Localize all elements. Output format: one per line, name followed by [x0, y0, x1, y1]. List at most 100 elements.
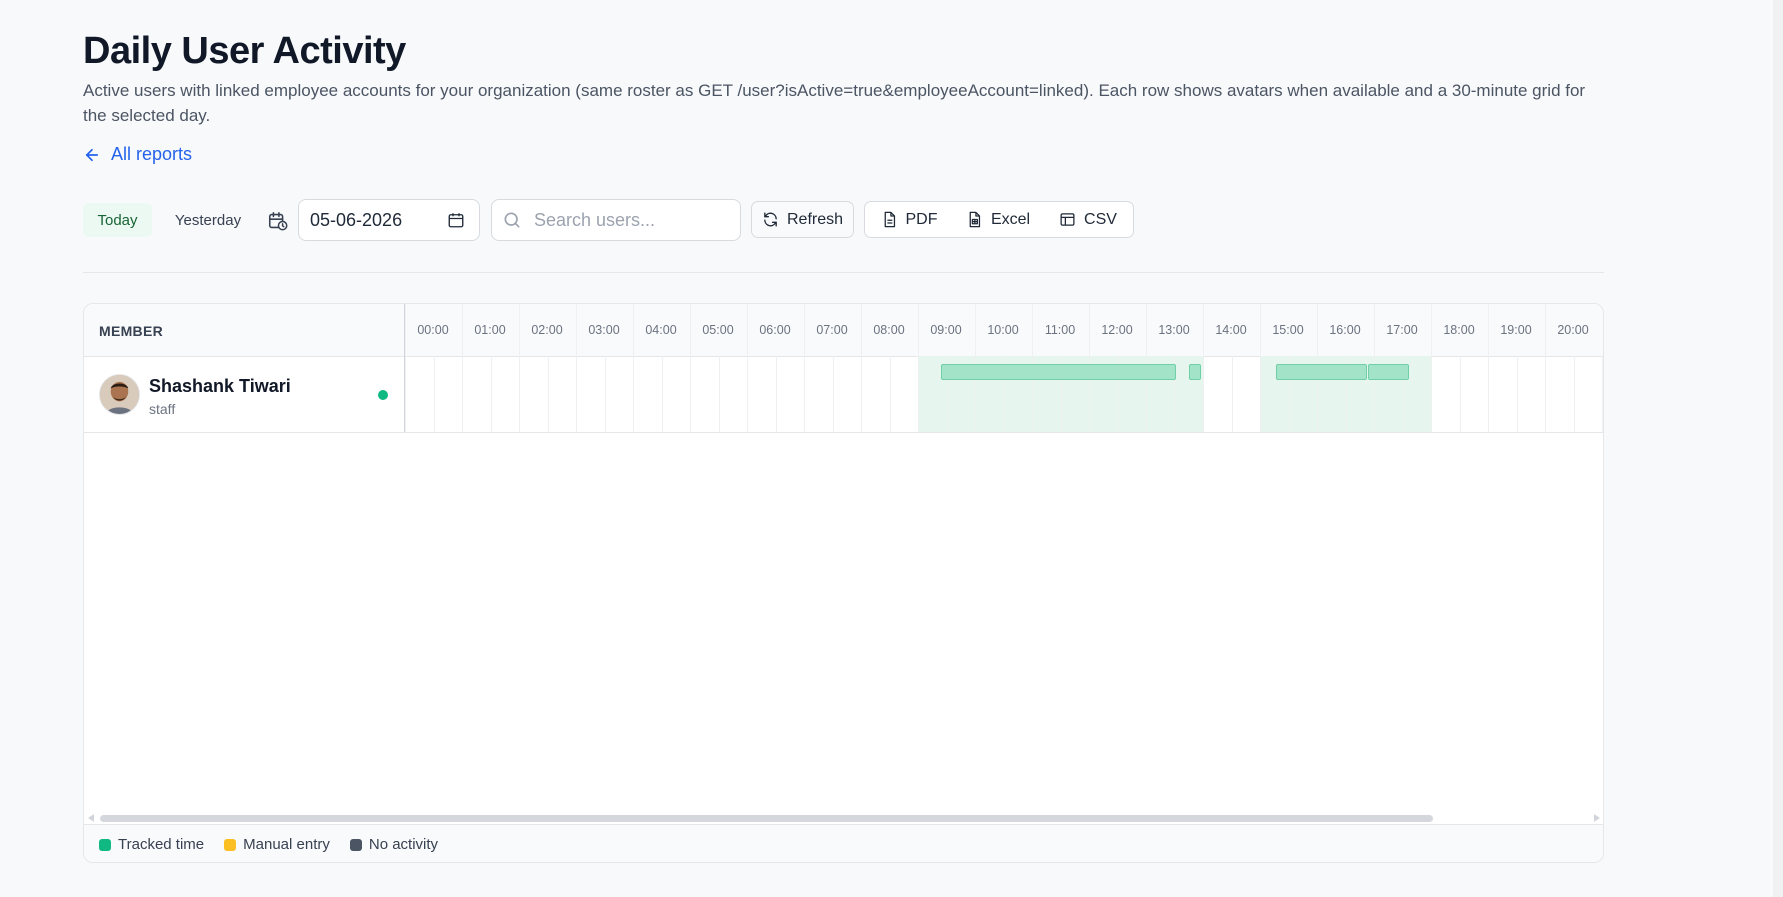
export-pdf-button[interactable]: PDF [864, 201, 954, 238]
slot-divider [918, 356, 919, 432]
horizontal-scrollbar[interactable] [88, 812, 1600, 824]
scrollbar-thumb[interactable] [100, 815, 1433, 822]
activity-timeline [405, 356, 1603, 432]
slot-divider [1545, 356, 1546, 432]
activity-table: MEMBER 00:00 01:00 02:00 03:00 04:00 05:00 06:… [83, 303, 1604, 863]
slot-divider [1573, 356, 1575, 432]
legend: Tracked time Manual entry No activity [84, 824, 1603, 862]
scroll-left-icon[interactable] [88, 814, 94, 822]
slot-divider [1431, 356, 1432, 432]
hour-label: 09:00 [930, 323, 962, 337]
slot-divider [462, 356, 463, 432]
online-status-dot [378, 390, 388, 400]
hour-label: 17:00 [1386, 323, 1418, 337]
user-name: Shashank Tiwari [149, 376, 291, 396]
date-value: 05-06-2026 [310, 209, 403, 230]
excel-label: Excel [990, 210, 1031, 228]
calendar-icon[interactable] [447, 211, 465, 229]
table-row[interactable]: Shashank Tiwari staff [84, 356, 1603, 433]
hour-label: 06:00 [759, 323, 791, 337]
hour-label: 19:00 [1500, 323, 1532, 337]
tracked-segment[interactable] [1275, 364, 1367, 380]
export-csv-button[interactable]: CSV [1043, 201, 1134, 238]
avatar [99, 374, 140, 415]
table-icon [1060, 213, 1075, 226]
slot-divider [889, 356, 891, 432]
legend-manual: Manual entry [224, 836, 330, 853]
date-field[interactable]: 05-06-2026 [298, 199, 480, 241]
spreadsheet-file-icon [969, 211, 981, 228]
page-title: Daily User Activity [83, 30, 406, 72]
file-text-icon [884, 211, 895, 228]
hour-label: 07:00 [816, 323, 848, 337]
hour-label: 01:00 [474, 323, 506, 337]
hour-label: 05:00 [702, 323, 734, 337]
today-button[interactable]: Today [83, 203, 152, 237]
manual-swatch [224, 838, 237, 851]
slot-divider [661, 356, 663, 432]
legend-none: No activity [349, 836, 439, 853]
none-swatch [349, 838, 362, 851]
toolbar: Today Yesterday 05-06-2026 Refresh PDF E… [83, 199, 1233, 243]
refresh-label: Refresh [786, 210, 844, 228]
search-box[interactable] [491, 199, 741, 241]
hour-label: 15:00 [1272, 323, 1304, 337]
slot-divider [547, 356, 549, 432]
refresh-button[interactable]: Refresh [751, 201, 854, 238]
slot-divider [490, 356, 492, 432]
slot-divider [832, 356, 834, 432]
tracked-segment[interactable] [940, 364, 1177, 380]
search-icon [504, 212, 520, 228]
slot-divider [804, 356, 805, 432]
tracked-swatch [99, 838, 111, 851]
hour-label: 00:00 [417, 323, 449, 337]
slot-divider [1516, 356, 1518, 432]
slot-divider [1260, 356, 1261, 432]
scroll-right-icon[interactable] [1594, 814, 1600, 822]
tracked-segment[interactable] [1189, 364, 1201, 380]
user-role: staff [149, 401, 176, 417]
slot-divider [690, 356, 691, 432]
hour-label: 08:00 [873, 323, 905, 337]
refresh-icon [764, 212, 777, 227]
page-description: Active users with linked employee accoun… [83, 81, 1586, 125]
hour-label: 20:00 [1557, 323, 1589, 337]
slot-divider [1203, 356, 1204, 432]
hour-label: 12:00 [1101, 323, 1133, 337]
slot-divider [861, 356, 862, 432]
hour-label: 11:00 [1044, 323, 1076, 337]
yesterday-button[interactable]: Yesterday [158, 203, 258, 237]
slot-divider [1602, 356, 1603, 432]
export-excel-button[interactable]: Excel [953, 201, 1044, 238]
table-header: MEMBER 00:00 01:00 02:00 03:00 04:00 05:00 06:… [84, 304, 1603, 357]
slot-divider [604, 356, 606, 432]
divider [83, 272, 1604, 273]
hour-label: 18:00 [1443, 323, 1475, 337]
hour-label: 02:00 [531, 323, 563, 337]
slot-divider [1459, 356, 1461, 432]
arrow-left-icon [85, 148, 99, 161]
csv-label: CSV [1084, 210, 1117, 228]
slot-divider [1488, 356, 1489, 432]
slot-divider [519, 356, 520, 432]
slot-divider [576, 356, 577, 432]
none-label: No activity [368, 836, 439, 853]
all-reports-link[interactable]: All reports [83, 144, 192, 165]
all-reports-label: All reports [111, 144, 193, 164]
tracked-segment[interactable] [1368, 364, 1410, 380]
slot-divider [1231, 356, 1233, 432]
hour-label: 04:00 [645, 323, 677, 337]
search-input[interactable] [532, 208, 736, 232]
user-avatar-icon [100, 375, 139, 414]
hour-label: 03:00 [588, 323, 620, 337]
window-edge [1773, 0, 1783, 897]
slot-divider [633, 356, 634, 432]
hour-label: 10:00 [987, 323, 1019, 337]
hour-label: 16:00 [1329, 323, 1361, 337]
slot-divider [775, 356, 777, 432]
pdf-label: PDF [905, 210, 938, 228]
calendar-clock-icon[interactable] [267, 210, 289, 232]
hour-label: 14:00 [1215, 323, 1247, 337]
legend-tracked: Tracked time [99, 836, 204, 853]
slot-divider [433, 356, 435, 432]
